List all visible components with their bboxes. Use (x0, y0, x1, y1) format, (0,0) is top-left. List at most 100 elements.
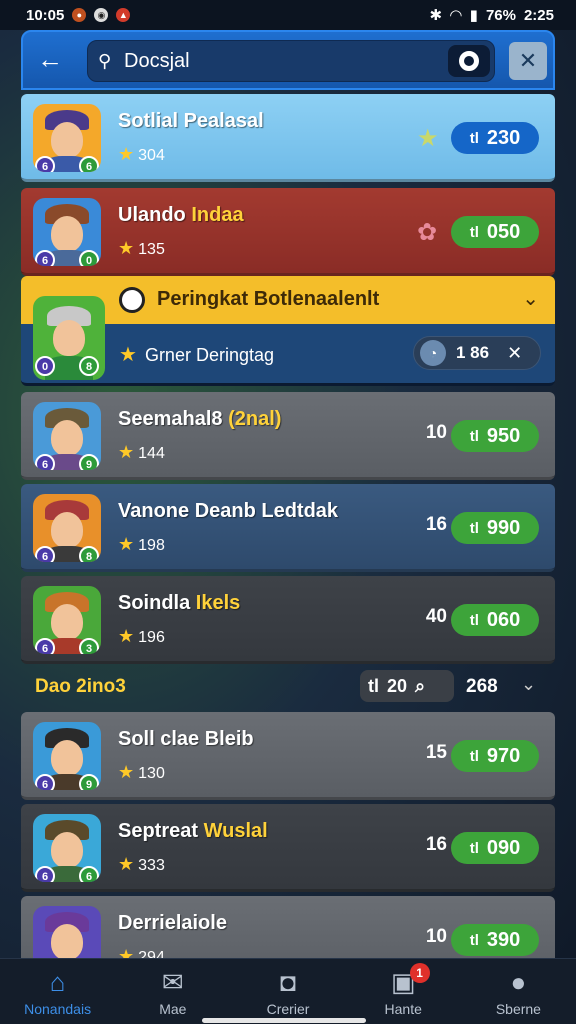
player-name: Septreat Wuslal (118, 820, 268, 842)
level-badge: 9 (79, 774, 99, 790)
level-badge: 8 (79, 546, 99, 562)
battery-percent: 76% (485, 6, 516, 24)
group-title: Dao 2ino3 (35, 676, 126, 697)
app-notification-icon: ▲ (116, 8, 131, 22)
star-icon: ★ (417, 125, 439, 152)
level-badge: 0 (35, 356, 55, 376)
back-arrow-icon[interactable]: ← (35, 46, 65, 76)
level-badge: 6 (35, 774, 55, 790)
score-button[interactable]: tl 230 (451, 122, 539, 154)
level-badge: 0 (79, 250, 99, 266)
player-row[interactable]: 69 Seemahal8 (2nal) ★ 144 10 tl 950 (21, 392, 555, 480)
star-icon: ★ (118, 238, 135, 258)
mail-icon: ✉ (161, 967, 184, 997)
avatar: 68 (33, 494, 101, 562)
camera-icon: ◘ (280, 967, 296, 997)
level-badge: 6 (35, 454, 55, 470)
player-row[interactable]: 60 Ulando Indaa ★ 135 ✿ tl 050 (21, 188, 555, 276)
level-badge: 6 (79, 866, 99, 882)
chevron-down-icon[interactable]: ⌄ (522, 286, 539, 311)
player-row[interactable]: 68 Vanone Deanb Ledtdak ★ 198 16 tl 990 (21, 484, 555, 572)
avatar: 60 (33, 198, 101, 266)
home-indicator[interactable] (202, 1018, 366, 1023)
search-input[interactable] (124, 47, 444, 75)
player-row[interactable]: 69 Soll clae Bleib ★ 130 15 tl 970 (21, 712, 555, 800)
chest-icon: ▣ (390, 967, 416, 997)
bottom-tab-bar: ⌂ Nonandais ✉ Mae ◘ Crerier ▣ 1 Hante ● … (0, 958, 576, 1024)
score-button[interactable]: tl 990 (451, 512, 539, 544)
player-rating: ★ 333 (118, 854, 165, 874)
level-badge: 6 (79, 156, 99, 172)
avatar: 66 (33, 814, 101, 882)
player-name: Sotlial Pealasal (118, 110, 264, 132)
player-rating: ★ 144 (118, 442, 165, 462)
avatar: 69 (33, 722, 101, 790)
tab-camera[interactable]: ◘ Crerier (230, 959, 345, 1024)
header-bar: ← ⚲ ✕ (21, 30, 555, 90)
player-row[interactable]: Derrielaiole ★ 294 10 tl 390 (21, 896, 555, 958)
score-button[interactable]: tl 060 (451, 604, 539, 636)
chevron-down-icon[interactable]: ⌄ (521, 674, 536, 695)
level-badge: 6 (35, 546, 55, 562)
score-button[interactable]: tl 050 (451, 216, 539, 248)
leaderboard-panel: ← ⚲ ✕ 66 Sotlial Pealasal ★304 ★ tl230 6… (21, 30, 555, 958)
flag-icon (119, 287, 145, 313)
notification-badge: 1 (409, 963, 430, 983)
expanded-title: Peringkat Botlenaalenlt (157, 288, 380, 310)
player-name: Soindla Ikels (118, 592, 241, 614)
level-badge: 8 (79, 356, 99, 376)
star-icon: ★ (118, 626, 135, 646)
home-icon: ⌂ (49, 967, 66, 997)
expanded-ranking-section[interactable]: Peringkat Botlenaalenlt ⌄ ★ Grner Deringt… (21, 276, 555, 388)
star-icon: ★ (118, 946, 135, 958)
signal-icon: ▮ (469, 7, 478, 24)
player-name: Ulando Indaa (118, 204, 244, 226)
record-icon (459, 51, 479, 71)
level-badge: 9 (79, 454, 99, 470)
star-icon: ★ (118, 442, 135, 462)
player-rank: 16 (425, 514, 447, 535)
bluetooth-icon: ✱ (429, 7, 443, 24)
sub-ranking-label: ★ Grner Deringtag (119, 344, 274, 366)
score-button[interactable]: tl 090 (451, 832, 539, 864)
tab-mail[interactable]: ✉ Mae (115, 959, 230, 1024)
player-rating: ★ 198 (118, 534, 165, 554)
score-button[interactable]: tl 950 (451, 420, 539, 452)
score-button[interactable]: tl 970 (451, 740, 539, 772)
group-pill[interactable]: tl 20 ⌕ (360, 670, 454, 702)
search-box[interactable]: ⚲ (87, 40, 495, 82)
score-button[interactable]: tl 390 (451, 924, 539, 956)
player-name: Derrielaiole (118, 912, 227, 934)
tab-profile[interactable]: ● Sberne (461, 959, 576, 1024)
player-rank: 40 (425, 606, 447, 627)
avatar: 69 (33, 402, 101, 470)
tab-chest[interactable]: ▣ 1 Hante (346, 959, 461, 1024)
level-badge: 6 (35, 156, 55, 172)
avatar (33, 906, 101, 958)
app-notification-icon: ● (72, 8, 87, 22)
level-badge: 6 (35, 866, 55, 882)
tab-home[interactable]: ⌂ Nonandais (0, 959, 115, 1024)
group-header[interactable]: Dao 2ino3 tl 20 ⌕ 268 ⌄ (21, 664, 555, 710)
avatar: 63 (33, 586, 101, 654)
avatar: 08 (33, 296, 105, 380)
player-row[interactable]: 66 Septreat Wuslal ★ 333 16 tl 090 (21, 804, 555, 892)
search-icon: ⌕ (415, 675, 426, 696)
status-bar: 10:05 ● ◉ ▲ ✱ ◠ ▮ 76% 2:25 (0, 0, 576, 30)
player-name: Vanone Deanb Ledtdak (118, 500, 339, 522)
group-value: 268 (466, 676, 498, 697)
profile-icon: ● (510, 967, 527, 997)
tools-button[interactable]: ✕ (509, 42, 547, 80)
search-submit-button[interactable] (448, 45, 490, 77)
player-rating: ★ 130 (118, 762, 165, 782)
close-icon[interactable]: ✕ (507, 343, 522, 364)
wifi-icon: ◠ (450, 7, 462, 24)
player-rank: 16 (425, 834, 447, 855)
player-row[interactable]: 66 Sotlial Pealasal ★ 304 ★ tl 230 (21, 94, 555, 182)
sub-ranking-pill[interactable]: ◔ 1 86 ✕ (413, 336, 541, 370)
player-row[interactable]: 63 Soindla Ikels ★ 196 40 tl 060 (21, 576, 555, 664)
avatar: 66 (33, 104, 101, 172)
status-time: 10:05 (26, 6, 65, 24)
player-rank: 10 (425, 926, 447, 947)
player-name: Seemahal8 (2nal) (118, 408, 282, 430)
